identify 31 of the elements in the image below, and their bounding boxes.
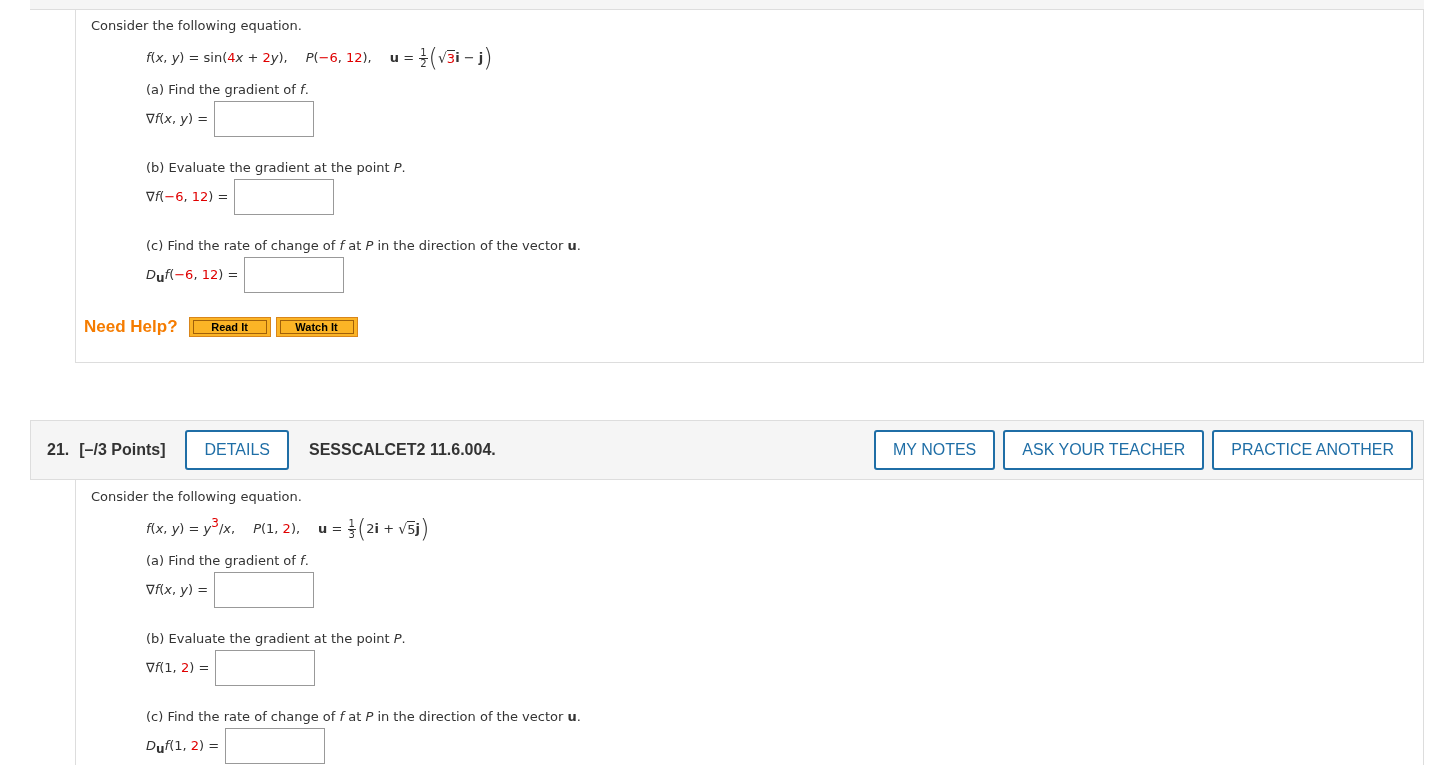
question-intro: Consider the following equation.: [91, 489, 303, 505]
part-prompt: (b) Evaluate the gradient at the point P.: [146, 631, 407, 647]
part-prompt: (a) Find the gradient of f.: [146, 553, 310, 569]
question-intro: Consider the following equation.: [91, 18, 303, 34]
answer-field[interactable]: [214, 101, 315, 137]
part-prompt: (c) Find the rate of change of f at P in the direction of the vector u.: [146, 709, 582, 725]
answer-field[interactable]: [225, 728, 326, 764]
answer-label: ∇f(x, y) =: [146, 111, 209, 127]
question-number: 21.: [47, 440, 70, 460]
equation-term: P(1, 2),: [253, 521, 301, 537]
answer-field[interactable]: [244, 257, 345, 293]
answer-field[interactable]: [234, 179, 335, 215]
answer-label: ∇f(1, 2) =: [146, 660, 210, 676]
header-action-button[interactable]: MY NOTES: [874, 430, 996, 470]
need-help-label: Need Help?: [84, 319, 178, 335]
header-action-button[interactable]: ASK YOUR TEACHER: [1003, 430, 1205, 470]
details-button[interactable]: DETAILS: [185, 430, 289, 470]
answer-label: ∇f(x, y) =: [146, 582, 209, 598]
question-code: SESSCALCET2 11.6.004.: [309, 440, 496, 460]
answer-field[interactable]: [214, 572, 315, 608]
answer-field[interactable]: [215, 650, 316, 686]
header-action-button[interactable]: PRACTICE ANOTHER: [1212, 430, 1413, 470]
answer-label: ∇f(−6, 12) =: [146, 189, 229, 205]
part-prompt: (c) Find the rate of change of f at P in the direction of the vector u.: [146, 238, 582, 254]
equation-term: P(−6, 12),: [305, 50, 372, 66]
points-label: [–/3 Points]: [79, 440, 166, 460]
part-prompt: (a) Find the gradient of f.: [146, 82, 310, 98]
equation-term: f(x, y) = sin(4x + 2y),: [146, 50, 288, 66]
help-button[interactable]: Watch It: [275, 317, 358, 337]
help-button[interactable]: Read It: [188, 317, 271, 337]
part-prompt: (b) Evaluate the gradient at the point P.: [146, 160, 407, 176]
